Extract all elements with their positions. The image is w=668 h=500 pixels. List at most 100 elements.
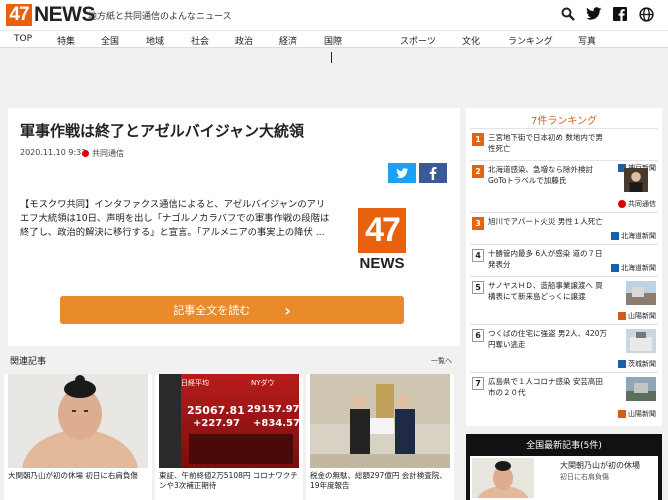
text-cursor	[331, 52, 332, 63]
main-nav: TOP 特集 全国 地域 社会 政治 経済 国際 スポーツ 文化 ランキング 写…	[0, 30, 668, 48]
nav-culture[interactable]: 文化	[462, 34, 480, 47]
globe-icon[interactable]	[638, 6, 654, 22]
rank-source-label: 茨城新聞	[628, 360, 656, 368]
latest-item[interactable]: 大関朝乃山が初の休場 初日に右肩負傷	[470, 456, 658, 500]
rank-source: 茨城新聞	[618, 359, 656, 369]
board-value-ny: 29157.97	[247, 404, 299, 415]
rank-thumbnail	[624, 168, 648, 192]
nav-features[interactable]: 特集	[57, 34, 75, 47]
article-logo: 47 NEWS	[358, 208, 406, 274]
related-caption: 大関朝乃山が初の休場 初日に右肩負傷	[8, 471, 138, 480]
board-change-nikkei: +227.97	[193, 418, 240, 429]
rank-headline: 旭川でアパート火災 男性１人死亡	[488, 217, 603, 226]
related-more-link[interactable]: 一覧へ	[431, 356, 452, 366]
rank-number: 6	[472, 329, 484, 342]
nav-sports[interactable]: スポーツ	[400, 34, 436, 47]
twitter-icon[interactable]	[586, 6, 602, 22]
rank-number: 4	[472, 249, 484, 262]
article-date: 2020.11.10 9:32	[20, 148, 87, 157]
article-source-label: 共同通信	[92, 149, 124, 158]
ranking-item[interactable]: 7 広島県で１人コロナ感染 安芸高田市の２０代 山陽新聞	[470, 372, 658, 422]
rank-number: 2	[472, 165, 484, 178]
rank-headline: 十勝管内最多 6人が感染 道の７日発表分	[488, 249, 603, 269]
related-image-meeting	[310, 374, 450, 468]
rank-source: 北海道新聞	[611, 231, 656, 241]
latest-title: 全国最新記事(5件)	[526, 441, 602, 451]
rank-source-label: 北海道新聞	[621, 264, 656, 272]
ranking-item[interactable]: 6 つくばの住宅に強盗 男2人、420万円奪い逃走 茨城新聞	[470, 324, 658, 372]
ranking-item[interactable]: 3 旭川でアパート火災 男性１人死亡 北海道新聞	[470, 212, 658, 244]
rank-thumbnail	[626, 377, 656, 401]
nav-national[interactable]: 全国	[101, 34, 119, 47]
newspaper-icon	[618, 200, 626, 208]
nav-economy[interactable]: 経済	[279, 34, 297, 47]
nav-ranking[interactable]: ランキング	[508, 34, 553, 47]
site-logo[interactable]: 47 NEWS	[6, 3, 96, 26]
share-facebook-button[interactable]	[419, 163, 447, 183]
newspaper-icon	[611, 264, 619, 272]
board-label-nikkei: 日経平均	[181, 379, 209, 387]
rank-number: 7	[472, 377, 484, 390]
board-value-nikkei: 25067.81	[187, 404, 245, 417]
rank-thumbnail	[626, 281, 656, 305]
ranking-item[interactable]: 5 サノヤスＨＤ、造船事業譲渡へ 買構表にて新来島どっくに譲渡 山陽新聞	[470, 276, 658, 324]
ranking-item[interactable]: 4 十勝管内最多 6人が感染 道の７日発表分 北海道新聞	[470, 244, 658, 276]
nav-top[interactable]: TOP	[14, 34, 32, 44]
tagline: 地方紙と共同通信のよんなニュース	[88, 12, 232, 22]
site-header: 47 NEWS 地方紙と共同通信のよんなニュース	[0, 0, 668, 30]
logo-word: NEWS	[34, 3, 96, 26]
article-logo-number: 47	[358, 208, 406, 253]
related-card[interactable]: 大関朝乃山が初の休場 初日に右肩負傷	[4, 374, 152, 500]
nav-international[interactable]: 国際	[324, 34, 342, 47]
ranking-panel: 7件ランキング 1 三宮地下街で日本初め 数地内で男性死亡 神戸新聞 2 北海道…	[466, 108, 662, 426]
rank-headline: 広島県で１人コロナ感染 安芸高田市の２０代	[488, 377, 603, 397]
nav-regional[interactable]: 地域	[146, 34, 164, 47]
latest-news-panel: 全国最新記事(5件) 大関朝乃山が初の休場 初日に右肩負傷	[466, 434, 662, 500]
related-card[interactable]: 日経平均 25067.81 +227.97 NYダウ 29157.97 +834…	[155, 374, 303, 500]
rank-source: 共同通信	[618, 199, 656, 209]
related-caption: 税金の無駄、総額297億円 会計検査院、19年度報告	[310, 471, 447, 490]
newspaper-icon	[611, 232, 619, 240]
rank-headline: 三宮地下街で日本初め 数地内で男性死亡	[488, 133, 603, 153]
rank-source-label: 北海道新聞	[621, 232, 656, 240]
nav-politics[interactable]: 政治	[235, 34, 253, 47]
rank-source-label: 山陽新聞	[628, 312, 656, 320]
nav-photos[interactable]: 写真	[578, 34, 596, 47]
newspaper-icon	[618, 410, 626, 418]
rank-source: 山陽新聞	[618, 409, 656, 419]
board-label-ny: NYダウ	[251, 379, 275, 387]
article-body: 【モスクワ共同】インタファクス通信によると、アゼルバイジャンのアリエフ大統領は1…	[20, 199, 330, 239]
logo-number: 47	[6, 4, 32, 26]
rank-source-label: 山陽新聞	[628, 410, 656, 418]
article-source[interactable]: 共同通信	[82, 148, 124, 159]
ranking-item[interactable]: 2 北海道感染、急増なら除外検討 GoToトラベルで加藤氏 共同通信	[470, 160, 658, 212]
nav-society[interactable]: 社会	[191, 34, 209, 47]
rank-number: 5	[472, 281, 484, 294]
read-full-article-button[interactable]: 記事全文を読む ›	[60, 296, 404, 324]
read-full-article-label: 記事全文を読む	[173, 304, 251, 317]
latest-headline: 大関朝乃山が初の休場	[560, 461, 640, 470]
facebook-icon[interactable]	[612, 6, 628, 22]
rank-source-label: 共同通信	[628, 200, 656, 208]
facebook-icon	[429, 166, 437, 180]
ranking-title: 7件ランキング	[530, 116, 598, 127]
related-card[interactable]: 税金の無駄、総額297億円 会計検査院、19年度報告	[306, 374, 454, 500]
related-image-sumo	[8, 374, 148, 468]
share-twitter-button[interactable]	[388, 163, 416, 183]
article-title: 軍事作戦は終了とアゼルバイジャン大統領	[20, 122, 304, 140]
twitter-icon	[395, 167, 408, 178]
board-change-ny: +834.57	[253, 418, 299, 429]
chevron-right-icon: ›	[284, 300, 291, 320]
latest-subline: 初日に右肩負傷	[560, 473, 609, 481]
related-header: 関連記事 一覧へ	[8, 352, 460, 370]
rank-thumbnail	[626, 329, 656, 353]
search-icon[interactable]	[560, 6, 576, 22]
header-icons	[560, 6, 654, 22]
latest-thumbnail	[472, 458, 534, 498]
rank-number: 3	[472, 217, 484, 230]
rank-source: 山陽新聞	[618, 311, 656, 321]
rank-headline: サノヤスＨＤ、造船事業譲渡へ 買構表にて新来島どっくに譲渡	[488, 281, 603, 301]
newspaper-icon	[618, 360, 626, 368]
rank-number: 1	[472, 133, 484, 146]
newspaper-icon	[618, 312, 626, 320]
